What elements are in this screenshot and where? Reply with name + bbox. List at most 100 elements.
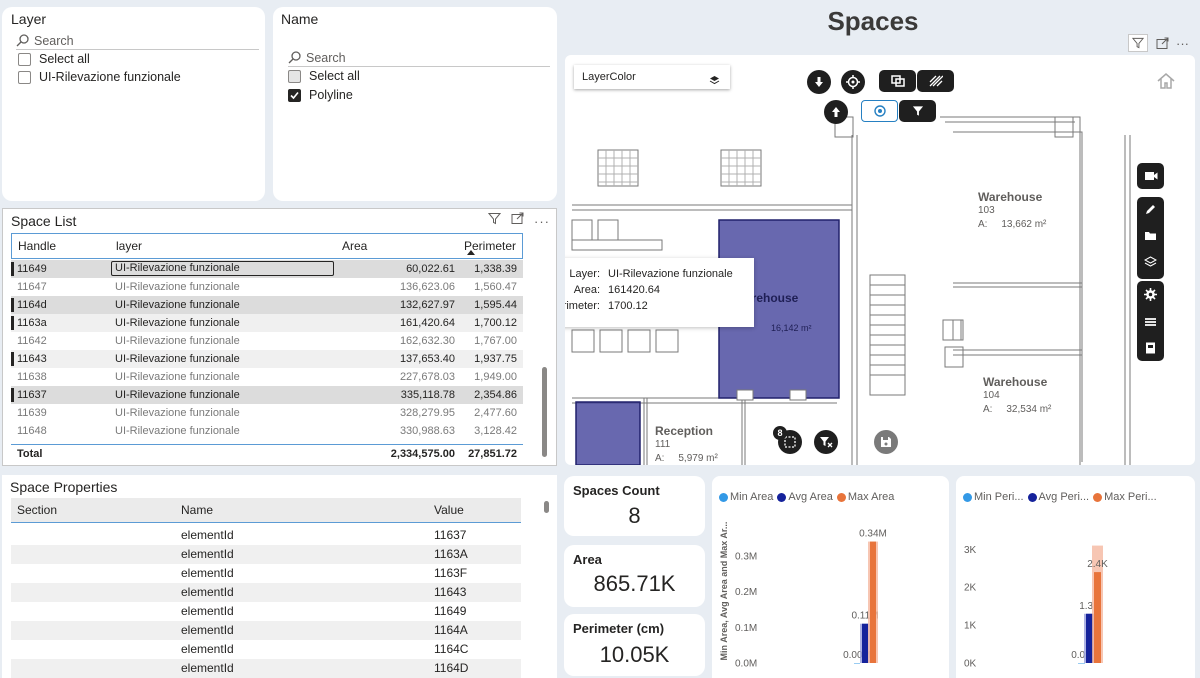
filter-mode-button[interactable]: [899, 100, 936, 122]
layer-search-input[interactable]: Search: [16, 32, 259, 50]
table-row[interactable]: 11639 UI-Rilevazione funzionale 328,279.95…: [11, 404, 523, 422]
space-properties: Space Properties Section Name Value elem…: [2, 475, 557, 678]
focus-mode-icon[interactable]: [1152, 34, 1172, 52]
table-row[interactable]: 11649 UI-Rilevazione funzionale 60,022.61 1…: [11, 260, 523, 278]
y-tick-label: 0K: [964, 659, 977, 670]
layer-select-all[interactable]: Select all: [18, 52, 90, 66]
table-row[interactable]: elementId 11643: [11, 583, 521, 602]
table-row[interactable]: 1163a UI-Rilevazione funzionale 161,420.64…: [11, 314, 523, 332]
focus-mode-icon[interactable]: [511, 212, 524, 230]
cell-layer: UI-Rilevazione funzionale: [115, 281, 240, 293]
stack-icon[interactable]: [1144, 315, 1157, 333]
filter-icon[interactable]: [1128, 34, 1148, 52]
table-row[interactable]: 11648 UI-Rilevazione funzionale 330,988.63…: [11, 422, 523, 440]
layer-color-dropdown[interactable]: LayerColor: [574, 65, 730, 89]
table-row[interactable]: elementId 1163A: [11, 545, 521, 564]
table-row[interactable]: 11637 UI-Rilevazione funzionale 335,118.78…: [11, 386, 523, 404]
move-up-button[interactable]: [824, 100, 848, 124]
selection-indicator: [11, 262, 14, 276]
move-down-button[interactable]: [807, 70, 831, 94]
table-row[interactable]: elementId 1163F: [11, 564, 521, 583]
vertical-scrollbar[interactable]: [544, 501, 549, 513]
cell-perimeter: 1,767.00: [474, 335, 517, 347]
col-value[interactable]: Value: [434, 498, 464, 522]
filter-icon[interactable]: [487, 212, 502, 230]
cell-handle: 11642: [17, 335, 47, 347]
folder-icon[interactable]: [1144, 228, 1157, 246]
hatch-button[interactable]: [917, 70, 954, 92]
props-header: Section Name Value: [11, 498, 521, 523]
table-row[interactable]: elementId 1164C: [11, 640, 521, 659]
selection-indicator: [11, 316, 14, 330]
checkbox-partial-icon[interactable]: [288, 69, 301, 83]
table-row[interactable]: elementId 11649: [11, 602, 521, 621]
table-row[interactable]: 11642 UI-Rilevazione funzionale 162,632.30…: [11, 332, 523, 350]
cell-area: 162,632.30: [399, 335, 455, 347]
camera-button[interactable]: [1137, 163, 1164, 189]
select-mode-button[interactable]: [861, 100, 898, 122]
layer-item[interactable]: UI-Rilevazione funzionale: [18, 70, 181, 84]
bar-min-peri-[interactable]: [1078, 663, 1085, 664]
name-search-input[interactable]: Search: [288, 49, 550, 67]
name-search-placeholder: Search: [306, 50, 346, 65]
bar-max-peri-[interactable]: [1094, 572, 1101, 663]
locate-button[interactable]: [841, 70, 865, 94]
search-icon: [288, 51, 306, 64]
more-options-icon[interactable]: ···: [534, 214, 550, 229]
col-handle[interactable]: Handle: [18, 234, 56, 258]
cell-value: 1163A: [434, 547, 468, 561]
cell-name: elementId: [181, 642, 234, 656]
kpi-value: 8: [628, 503, 641, 528]
bar-max-area[interactable]: [870, 541, 876, 663]
cell-perimeter: 1,595.44: [474, 299, 517, 311]
col-area[interactable]: Area: [342, 234, 367, 258]
floor-plan-map[interactable]: Warehouse 103 A: 13,662 m² Warehouse 104…: [565, 55, 1195, 465]
table-row[interactable]: elementId 1164A: [11, 621, 521, 640]
vertical-scrollbar[interactable]: [542, 367, 547, 457]
col-layer[interactable]: layer: [116, 234, 142, 258]
table-row[interactable]: 11643 UI-Rilevazione funzionale 137,653.40…: [11, 350, 523, 368]
room-label-warehouse-104: Warehouse 104 A: 32,534 m²: [983, 375, 1052, 415]
table-row[interactable]: elementId 11637: [11, 526, 521, 545]
checkbox-icon[interactable]: [18, 70, 31, 84]
cell-area: 227,678.03: [399, 371, 455, 383]
col-section[interactable]: Section: [17, 498, 57, 522]
save-button[interactable]: [874, 430, 898, 454]
table-row[interactable]: 11638 UI-Rilevazione funzionale 227,678.03…: [11, 368, 523, 386]
cell-handle: 11648: [17, 425, 47, 437]
area-chart-plot[interactable]: 0.0M0.1M0.2M0.3M0.00M0.11M0.34M: [712, 476, 949, 678]
cell-value: 11637: [434, 528, 467, 542]
table-row[interactable]: 1164d UI-Rilevazione funzionale 132,627.97…: [11, 296, 523, 314]
checkbox-checked-icon[interactable]: [288, 88, 301, 102]
table-row[interactable]: 11647 UI-Rilevazione funzionale 136,623.06…: [11, 278, 523, 296]
clipboard-icon[interactable]: [1145, 341, 1156, 359]
total-area: 2,334,575.00: [390, 448, 455, 460]
cell-area: 161,420.64: [399, 317, 455, 329]
map-header-icons: ···: [1128, 34, 1189, 52]
bar-min-area[interactable]: [854, 663, 860, 664]
props-body: elementId 11637 elementId 1163A elementId 116…: [11, 526, 521, 678]
map-tooltip: Layer: UI-Rilevazione funzionale Area: 161…: [565, 258, 754, 327]
clear-filter-button[interactable]: [814, 430, 838, 454]
bar-avg-peri-[interactable]: [1086, 613, 1093, 663]
y-tick-label: 2K: [964, 583, 977, 594]
name-select-all[interactable]: Select all: [288, 69, 360, 83]
col-name[interactable]: Name: [181, 498, 213, 522]
home-icon[interactable]: [1156, 72, 1176, 95]
layers-icon[interactable]: [1143, 256, 1158, 274]
cell-handle: 11643: [17, 353, 47, 365]
name-item[interactable]: Polyline: [288, 88, 353, 102]
more-options-icon[interactable]: ···: [1176, 36, 1189, 51]
copy-layer-button[interactable]: [879, 70, 916, 92]
cell-perimeter: 1,949.00: [474, 371, 517, 383]
checkbox-icon[interactable]: [18, 52, 31, 66]
y-tick-label: 0.1M: [735, 623, 757, 634]
table-row[interactable]: elementId 1164D: [11, 659, 521, 678]
cell-handle: 11647: [17, 281, 47, 293]
cell-perimeter: 1,560.47: [474, 281, 517, 293]
space-properties-title: Space Properties: [10, 479, 118, 495]
area-chart: Min Area Avg Area Max Area Min Area, Avg…: [712, 476, 949, 678]
cell-layer: UI-Rilevazione funzionale: [115, 317, 240, 329]
bar-avg-area[interactable]: [862, 623, 868, 663]
perimeter-chart-plot[interactable]: 0K1K2K3K0.0K1.3K2.4K: [956, 476, 1195, 678]
